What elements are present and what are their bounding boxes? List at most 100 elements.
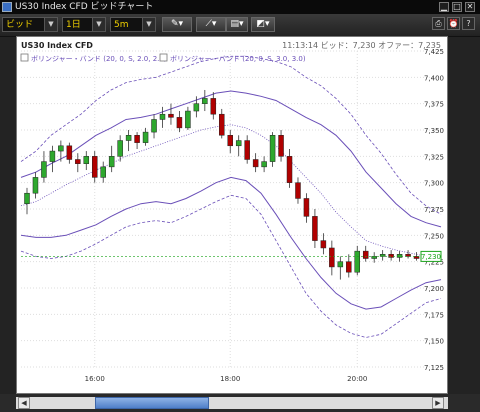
- alert-button[interactable]: ⏰: [447, 17, 460, 30]
- print-icon: ⎙: [435, 19, 442, 28]
- scroll-track[interactable]: [16, 397, 448, 409]
- candle-body: [413, 256, 420, 259]
- candle-body: [346, 261, 352, 273]
- bollinger-lower-2: [20, 176, 442, 310]
- period-select[interactable]: 1日 ▼: [62, 17, 106, 32]
- y-tick-label: 7,400: [424, 74, 444, 82]
- chart-area[interactable]: 7,425 7,400 7,375 7,350 7,325 7,300 7,275 7,250…: [16, 36, 448, 394]
- chevron-down-icon: ▼: [142, 18, 155, 31]
- y-tick-label: 7,125: [424, 364, 444, 372]
- indicator-icon: ▤▾: [230, 19, 244, 29]
- y-tick-label: 7,200: [424, 285, 444, 293]
- candle-body: [295, 182, 301, 199]
- period-value: 1日: [66, 20, 81, 30]
- candle-body: [227, 135, 233, 147]
- candle-body: [405, 254, 411, 257]
- candle-body: [151, 119, 157, 133]
- candle-body: [159, 113, 166, 120]
- candle-body: [269, 135, 276, 162]
- candle-body: [41, 161, 47, 178]
- candle-body: [58, 145, 64, 152]
- chevron-down-icon: ▼: [44, 18, 57, 31]
- candle-body: [125, 135, 132, 141]
- y-tick-label: 7,150: [424, 338, 444, 346]
- toolbar: ビッド ▼ 1日 ▼ 5m ▼ ✎▾ ⟋▾ ▤▾ ◩▾ ⎙ ⏰ ?: [0, 14, 480, 37]
- close-button[interactable]: ✕: [465, 2, 475, 12]
- candle-body: [362, 250, 369, 259]
- candle-body: [286, 156, 293, 183]
- chart-image-icon: ◩▾: [256, 19, 270, 29]
- candle-body: [235, 140, 242, 147]
- y-tick-label: 7,375: [424, 101, 444, 109]
- y-tick-label: 7,350: [424, 127, 444, 135]
- candle-body: [261, 161, 267, 168]
- candle-body: [176, 117, 183, 129]
- pencil-icon: ✎▾: [170, 19, 184, 29]
- candle-body: [108, 156, 115, 168]
- candle-body: [388, 254, 394, 258]
- price-type-select[interactable]: ビッド ▼: [2, 17, 58, 32]
- draw-tools-button[interactable]: ⟋▾: [196, 17, 226, 32]
- candle-body: [219, 113, 225, 136]
- indicator2-label: ボリンジャー・バンド (20, 0, S, 3.0, 3.0): [170, 55, 306, 63]
- candle-body: [193, 103, 200, 112]
- draw-line-button[interactable]: ✎▾: [162, 17, 192, 32]
- app-icon: [2, 2, 12, 12]
- print-button[interactable]: ⎙: [432, 17, 445, 30]
- indicator1-label: ボリンジャー・バンド (20, 0, S, 2.0, 2.0): [31, 55, 167, 63]
- help-button[interactable]: ?: [462, 17, 475, 30]
- y-tick-label: 7,275: [424, 206, 444, 214]
- candle-body: [210, 98, 217, 115]
- indicator-button[interactable]: ▤▾: [226, 17, 248, 32]
- candle-body: [32, 177, 39, 194]
- candle-body: [379, 254, 386, 257]
- interval-value: 5m: [114, 20, 129, 30]
- status-text: 11:13:14 ビッド：7,230 オファー：7,235: [282, 41, 441, 50]
- chart-window: US30 Index CFD ビッドチャート ▁ □ ✕ ビッド ▼ 1日 ▼ …: [0, 0, 480, 412]
- alarm-icon: ⏰: [448, 19, 459, 28]
- maximize-button[interactable]: □: [452, 2, 462, 12]
- x-tick-label: 18:00: [220, 375, 240, 383]
- candle-body: [142, 131, 149, 143]
- trend-tool-icon: ⟋▾: [205, 19, 217, 29]
- x-tick-label: 16:00: [85, 375, 105, 383]
- candle-body: [303, 198, 310, 217]
- y-tick-label: 7,250: [424, 232, 444, 240]
- candle-body: [49, 150, 56, 162]
- candle-body: [202, 98, 208, 104]
- price-type-value: ビッド: [6, 20, 34, 30]
- candle-body: [244, 140, 250, 160]
- candle-body: [396, 254, 403, 258]
- scroll-right-arrow-icon[interactable]: ▶: [432, 397, 444, 409]
- candle-body: [252, 159, 259, 168]
- candle-body: [185, 110, 191, 129]
- interval-select[interactable]: 5m ▼: [110, 17, 156, 32]
- candle-body: [100, 166, 106, 178]
- chevron-down-icon: ▼: [92, 18, 105, 31]
- candle-body: [337, 261, 344, 268]
- candle-body: [354, 250, 361, 273]
- current-price-label: 7,230: [421, 253, 441, 261]
- candle-body: [83, 156, 90, 164]
- minimize-button[interactable]: ▁: [439, 2, 449, 12]
- x-tick-label: 20:00: [347, 375, 367, 383]
- candle-body: [66, 145, 73, 160]
- candle-body: [75, 159, 81, 164]
- y-tick-label: 7,175: [424, 311, 444, 319]
- candle-body: [329, 247, 335, 268]
- candle-body: [168, 113, 174, 118]
- indicator1-toggle[interactable]: [20, 53, 29, 62]
- scroll-left-arrow-icon[interactable]: ◀: [18, 397, 30, 409]
- candle-body: [134, 135, 140, 143]
- y-tick-label: 7,300: [424, 180, 444, 188]
- horizontal-scrollbar[interactable]: ◀ ▶: [0, 394, 480, 412]
- scroll-thumb[interactable]: [95, 397, 209, 409]
- chart-settings-button[interactable]: ◩▾: [251, 17, 275, 32]
- title-bar[interactable]: US30 Index CFD ビッドチャート ▁ □ ✕: [0, 0, 480, 14]
- window-title: US30 Index CFD ビッドチャート: [15, 2, 154, 12]
- indicator2-toggle[interactable]: [159, 53, 168, 62]
- y-tick-label: 7,325: [424, 153, 444, 161]
- bollinger-lower-3: [20, 194, 442, 338]
- candle-body: [117, 140, 123, 157]
- symbol-label: US30 Index CFD: [21, 41, 93, 50]
